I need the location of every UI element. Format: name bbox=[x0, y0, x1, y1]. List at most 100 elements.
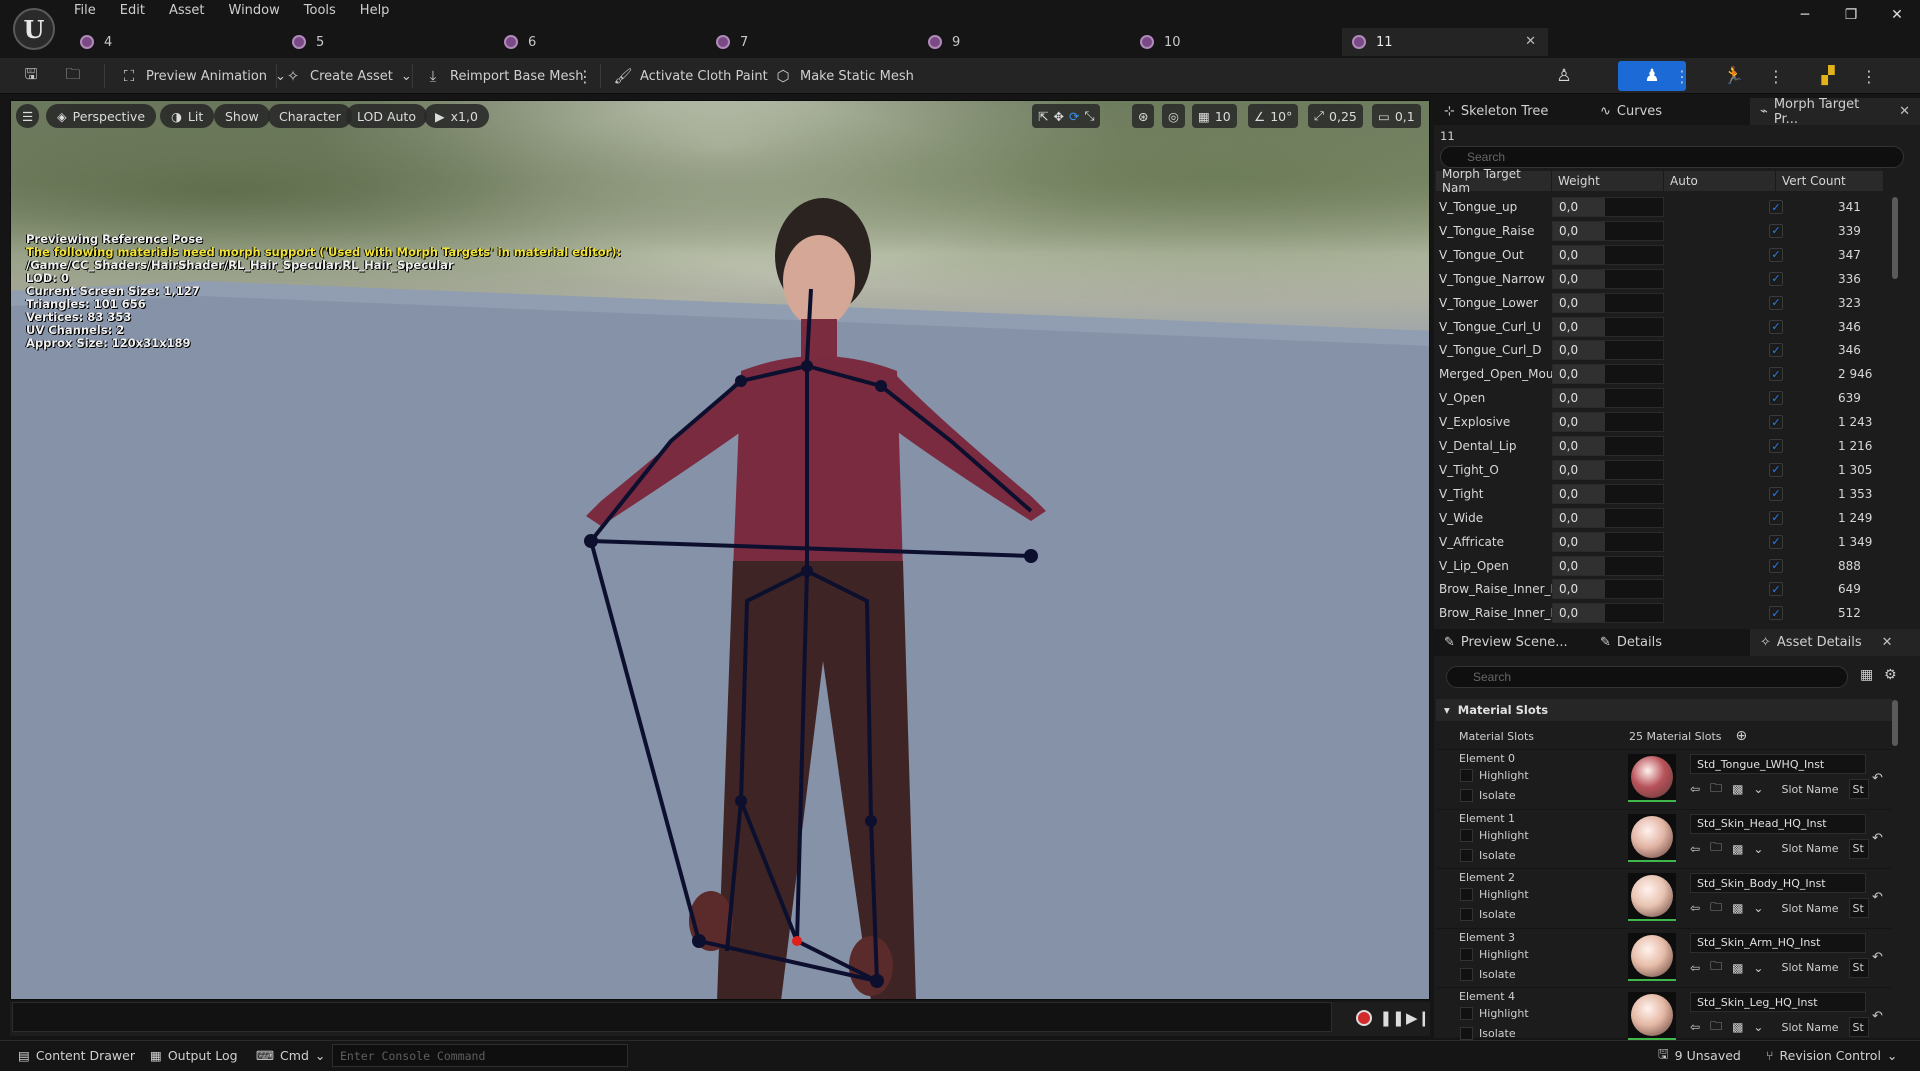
tab-details[interactable]: ✎ Details bbox=[1590, 629, 1750, 656]
col-morph-name[interactable]: Morph Target Nam bbox=[1436, 167, 1552, 195]
reset-icon[interactable]: ↶ bbox=[1872, 1009, 1883, 1024]
highlight-checkbox[interactable] bbox=[1460, 947, 1473, 961]
more-options-icon[interactable]: ⋮ bbox=[1861, 64, 1877, 88]
add-slot-icon[interactable]: ⊕ bbox=[1736, 728, 1748, 744]
auto-checkbox[interactable]: ✓ bbox=[1769, 391, 1783, 406]
table-row[interactable]: V_Tongue_Lower 0,0 ✓ 323 bbox=[1436, 291, 1884, 315]
highlight-option[interactable]: Highlight bbox=[1460, 1007, 1529, 1020]
table-row[interactable]: V_Tight 0,0 ✓ 1 353 bbox=[1436, 482, 1884, 506]
morph-weight-input[interactable]: 0,0 bbox=[1552, 579, 1664, 600]
translate-icon[interactable]: ✥ bbox=[1053, 109, 1063, 124]
morph-weight-input[interactable]: 0,0 bbox=[1552, 388, 1664, 409]
browse-arrow-icon[interactable]: ⇦ bbox=[1690, 901, 1700, 915]
tab-asset-details[interactable]: ✧ Asset Details ✕ bbox=[1750, 629, 1920, 656]
table-row[interactable]: V_Tongue_Curl_U 0,0 ✓ 346 bbox=[1436, 315, 1884, 339]
table-row[interactable]: Brow_Raise_Inner_L 0,0 ✓ 649 bbox=[1436, 577, 1884, 601]
output-log-button[interactable]: ▦ Output Log bbox=[150, 1040, 238, 1071]
more-options-icon[interactable]: ⋮ bbox=[577, 64, 593, 88]
pause-button[interactable]: ❚❚ bbox=[1379, 1007, 1404, 1029]
morph-weight-input[interactable]: 0,0 bbox=[1552, 244, 1664, 265]
checker-icon[interactable]: ▩ bbox=[1732, 1020, 1743, 1034]
folder-icon[interactable]: 🗀 bbox=[1710, 898, 1722, 919]
morph-weight-input[interactable]: 0,0 bbox=[1552, 459, 1664, 480]
highlight-option[interactable]: Highlight bbox=[1460, 947, 1529, 961]
lod-auto-button[interactable]: LOD Auto bbox=[346, 104, 427, 128]
details-search-input[interactable] bbox=[1446, 666, 1848, 688]
highlight-checkbox[interactable] bbox=[1460, 1007, 1473, 1020]
material-thumbnail[interactable] bbox=[1628, 932, 1676, 981]
menu-edit[interactable]: Edit bbox=[120, 2, 155, 20]
auto-checkbox[interactable]: ✓ bbox=[1769, 606, 1783, 621]
checker-icon[interactable]: ▩ bbox=[1732, 961, 1743, 975]
slot-name-field[interactable]: St bbox=[1848, 898, 1869, 918]
menu-help[interactable]: Help bbox=[360, 2, 400, 20]
reset-icon[interactable]: ↶ bbox=[1872, 950, 1883, 965]
step-forward-button[interactable]: ▶❙ bbox=[1406, 1007, 1430, 1029]
slot-name-field[interactable]: St bbox=[1848, 779, 1869, 799]
table-row[interactable]: V_Lip_Open 0,0 ✓ 888 bbox=[1436, 554, 1884, 578]
menu-file[interactable]: File bbox=[74, 2, 106, 20]
morph-weight-input[interactable]: 0,0 bbox=[1552, 220, 1664, 241]
tab-skeleton-tree[interactable]: ⊹ Skeleton Tree bbox=[1434, 98, 1590, 125]
isolate-checkbox[interactable] bbox=[1460, 967, 1473, 981]
preview-animation-button[interactable]: ⛶ Preview Animation ⌄ bbox=[120, 58, 286, 94]
browse-arrow-icon[interactable]: ⇦ bbox=[1690, 842, 1700, 856]
menu-tools[interactable]: Tools bbox=[304, 2, 346, 20]
morph-weight-input[interactable]: 0,0 bbox=[1552, 364, 1664, 385]
isolate-option[interactable]: Isolate bbox=[1460, 908, 1516, 921]
isolate-checkbox[interactable] bbox=[1460, 1027, 1473, 1040]
unreal-logo-icon[interactable]: U bbox=[13, 8, 55, 50]
isolate-checkbox[interactable] bbox=[1460, 789, 1473, 802]
table-row[interactable]: V_Dental_Lip 0,0 ✓ 1 216 bbox=[1436, 434, 1884, 458]
close-icon[interactable]: ✕ bbox=[1525, 34, 1536, 49]
doc-tab-6[interactable]: 6 bbox=[494, 28, 706, 56]
chevron-down-icon[interactable]: ⌄ bbox=[1753, 782, 1763, 796]
doc-tab-4[interactable]: 4 bbox=[70, 28, 282, 56]
table-row[interactable]: V_Tongue_up 0,0 ✓ 341 bbox=[1436, 195, 1884, 219]
isolate-option[interactable]: Isolate bbox=[1460, 1027, 1516, 1040]
checker-icon[interactable]: ▩ bbox=[1732, 782, 1743, 796]
world-local-button[interactable]: ◎ bbox=[1162, 104, 1185, 128]
auto-checkbox[interactable]: ✓ bbox=[1769, 295, 1783, 310]
browse-button[interactable]: 🗀 bbox=[64, 58, 82, 94]
isolate-option[interactable]: Isolate bbox=[1460, 848, 1516, 862]
auto-checkbox[interactable]: ✓ bbox=[1769, 534, 1783, 549]
folder-icon[interactable]: 🗀 bbox=[1710, 957, 1722, 978]
scale-icon[interactable]: ⤡ bbox=[1084, 108, 1094, 124]
table-row[interactable]: V_Explosive 0,0 ✓ 1 243 bbox=[1436, 410, 1884, 434]
record-button[interactable] bbox=[1352, 1007, 1376, 1029]
tab-preview-scene[interactable]: ✎ Preview Scene... bbox=[1434, 629, 1590, 656]
more-options-icon[interactable]: ⋮ bbox=[1768, 64, 1784, 88]
surface-snap-button[interactable]: ⊛ bbox=[1132, 104, 1155, 128]
material-thumbnail[interactable] bbox=[1628, 873, 1676, 921]
tab-morph-target-preview[interactable]: ⌁ Morph Target Pr... ✕ bbox=[1750, 97, 1920, 127]
skeleton-mode-button[interactable]: ♙ bbox=[1530, 61, 1598, 91]
table-row[interactable]: V_Wide 0,0 ✓ 1 249 bbox=[1436, 506, 1884, 530]
morph-weight-input[interactable]: 0,0 bbox=[1552, 603, 1664, 624]
highlight-checkbox[interactable] bbox=[1460, 769, 1473, 782]
menu-asset[interactable]: Asset bbox=[169, 2, 215, 20]
table-view-icon[interactable]: ▦ bbox=[1860, 667, 1873, 683]
table-row[interactable]: V_Tongue_Out 0,0 ✓ 347 bbox=[1436, 243, 1884, 267]
morph-weight-input[interactable]: 0,0 bbox=[1552, 316, 1664, 337]
browse-arrow-icon[interactable]: ⇦ bbox=[1690, 961, 1700, 975]
chevron-down-icon[interactable]: ⌄ bbox=[1753, 961, 1763, 975]
folder-icon[interactable]: 🗀 bbox=[1710, 1017, 1722, 1038]
make-static-mesh-button[interactable]: ⬡ Make Static Mesh bbox=[774, 58, 913, 94]
tab-curves[interactable]: ∿ Curves bbox=[1590, 98, 1750, 125]
reset-icon[interactable]: ↶ bbox=[1872, 771, 1883, 786]
col-vert-count[interactable]: Vert Count bbox=[1776, 171, 1884, 191]
material-thumbnail[interactable] bbox=[1628, 813, 1676, 862]
table-row[interactable]: V_Tongue_Curl_D 0,0 ✓ 346 bbox=[1436, 338, 1884, 362]
grid-snap-button[interactable]: ▦ 10 bbox=[1192, 104, 1237, 128]
morph-weight-input[interactable]: 0,0 bbox=[1552, 340, 1664, 361]
highlight-checkbox[interactable] bbox=[1460, 828, 1473, 842]
reset-icon[interactable]: ↶ bbox=[1872, 890, 1883, 905]
rotate-icon[interactable]: ⟳ bbox=[1069, 109, 1079, 124]
checker-icon[interactable]: ▩ bbox=[1732, 901, 1743, 915]
morph-weight-input[interactable]: 0,0 bbox=[1552, 531, 1664, 552]
doc-tab-7[interactable]: 7 bbox=[706, 28, 918, 56]
perspective-button[interactable]: ◈ Perspective bbox=[46, 104, 157, 128]
morph-weight-input[interactable]: 0,0 bbox=[1552, 412, 1664, 433]
blueprint-mode-button[interactable]: ▞ bbox=[1794, 61, 1862, 91]
